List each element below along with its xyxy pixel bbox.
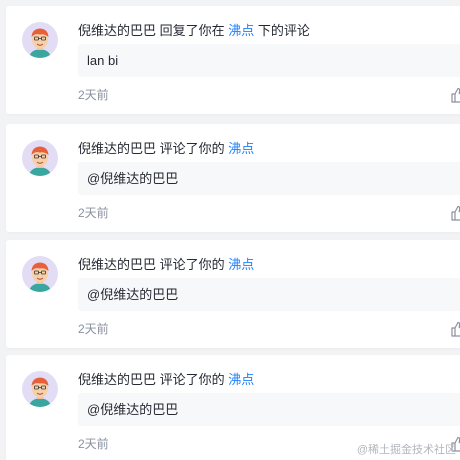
action-text: 回复了你在 [159, 23, 225, 38]
cartoon-avatar-icon [29, 377, 51, 407]
notification-text: 倪维达的巴巴 评论了你的 沸点 [78, 256, 254, 274]
notification-card: 倪维达的巴巴 回复了你在 沸点 下的评论 lan bi 2天前 [6, 6, 460, 114]
action-suffix: 下的评论 [257, 23, 310, 38]
cartoon-avatar-icon [29, 262, 51, 292]
avatar[interactable] [22, 140, 58, 176]
cartoon-avatar-icon [29, 146, 51, 176]
timestamp: 2天前 [78, 437, 109, 451]
watermark: @稀土掘金技术社区 [356, 444, 456, 456]
avatar[interactable] [22, 22, 58, 58]
timestamp: 2天前 [78, 88, 109, 102]
comment-content[interactable]: @倪维达的巴巴 [78, 162, 460, 195]
notification-text: 倪维达的巴巴 评论了你的 沸点 [78, 371, 254, 389]
action-text: 评论了你的 [159, 141, 225, 156]
user-name[interactable]: 倪维达的巴巴 [78, 23, 156, 38]
avatar[interactable] [22, 256, 58, 292]
thumb-up-icon[interactable] [451, 205, 460, 221]
action-text: 评论了你的 [159, 372, 225, 387]
target-link[interactable]: 沸点 [228, 141, 254, 156]
comment-content[interactable]: lan bi [78, 44, 460, 77]
user-name[interactable]: 倪维达的巴巴 [78, 141, 156, 156]
notification-text: 倪维达的巴巴 回复了你在 沸点 下的评论 [78, 22, 310, 40]
target-link[interactable]: 沸点 [228, 372, 254, 387]
thumb-up-icon[interactable] [451, 87, 460, 103]
comment-content[interactable]: @倪维达的巴巴 [78, 393, 460, 426]
user-name[interactable]: 倪维达的巴巴 [78, 257, 156, 272]
thumb-up-icon[interactable] [451, 321, 460, 337]
user-name[interactable]: 倪维达的巴巴 [78, 372, 156, 387]
comment-content[interactable]: @倪维达的巴巴 [78, 278, 460, 311]
notification-card: 倪维达的巴巴 评论了你的 沸点 @倪维达的巴巴 2天前 [6, 240, 460, 348]
target-link[interactable]: 沸点 [228, 257, 254, 272]
timestamp: 2天前 [78, 322, 109, 336]
notification-text: 倪维达的巴巴 评论了你的 沸点 [78, 140, 254, 158]
notification-feed: 倪维达的巴巴 回复了你在 沸点 下的评论 lan bi 2天前 倪维达的巴巴 评… [0, 0, 460, 460]
action-text: 评论了你的 [159, 257, 225, 272]
timestamp: 2天前 [78, 206, 109, 220]
avatar[interactable] [22, 371, 58, 407]
cartoon-avatar-icon [29, 28, 51, 58]
notification-card: 倪维达的巴巴 评论了你的 沸点 @倪维达的巴巴 2天前 [6, 124, 460, 232]
target-link[interactable]: 沸点 [228, 23, 254, 38]
